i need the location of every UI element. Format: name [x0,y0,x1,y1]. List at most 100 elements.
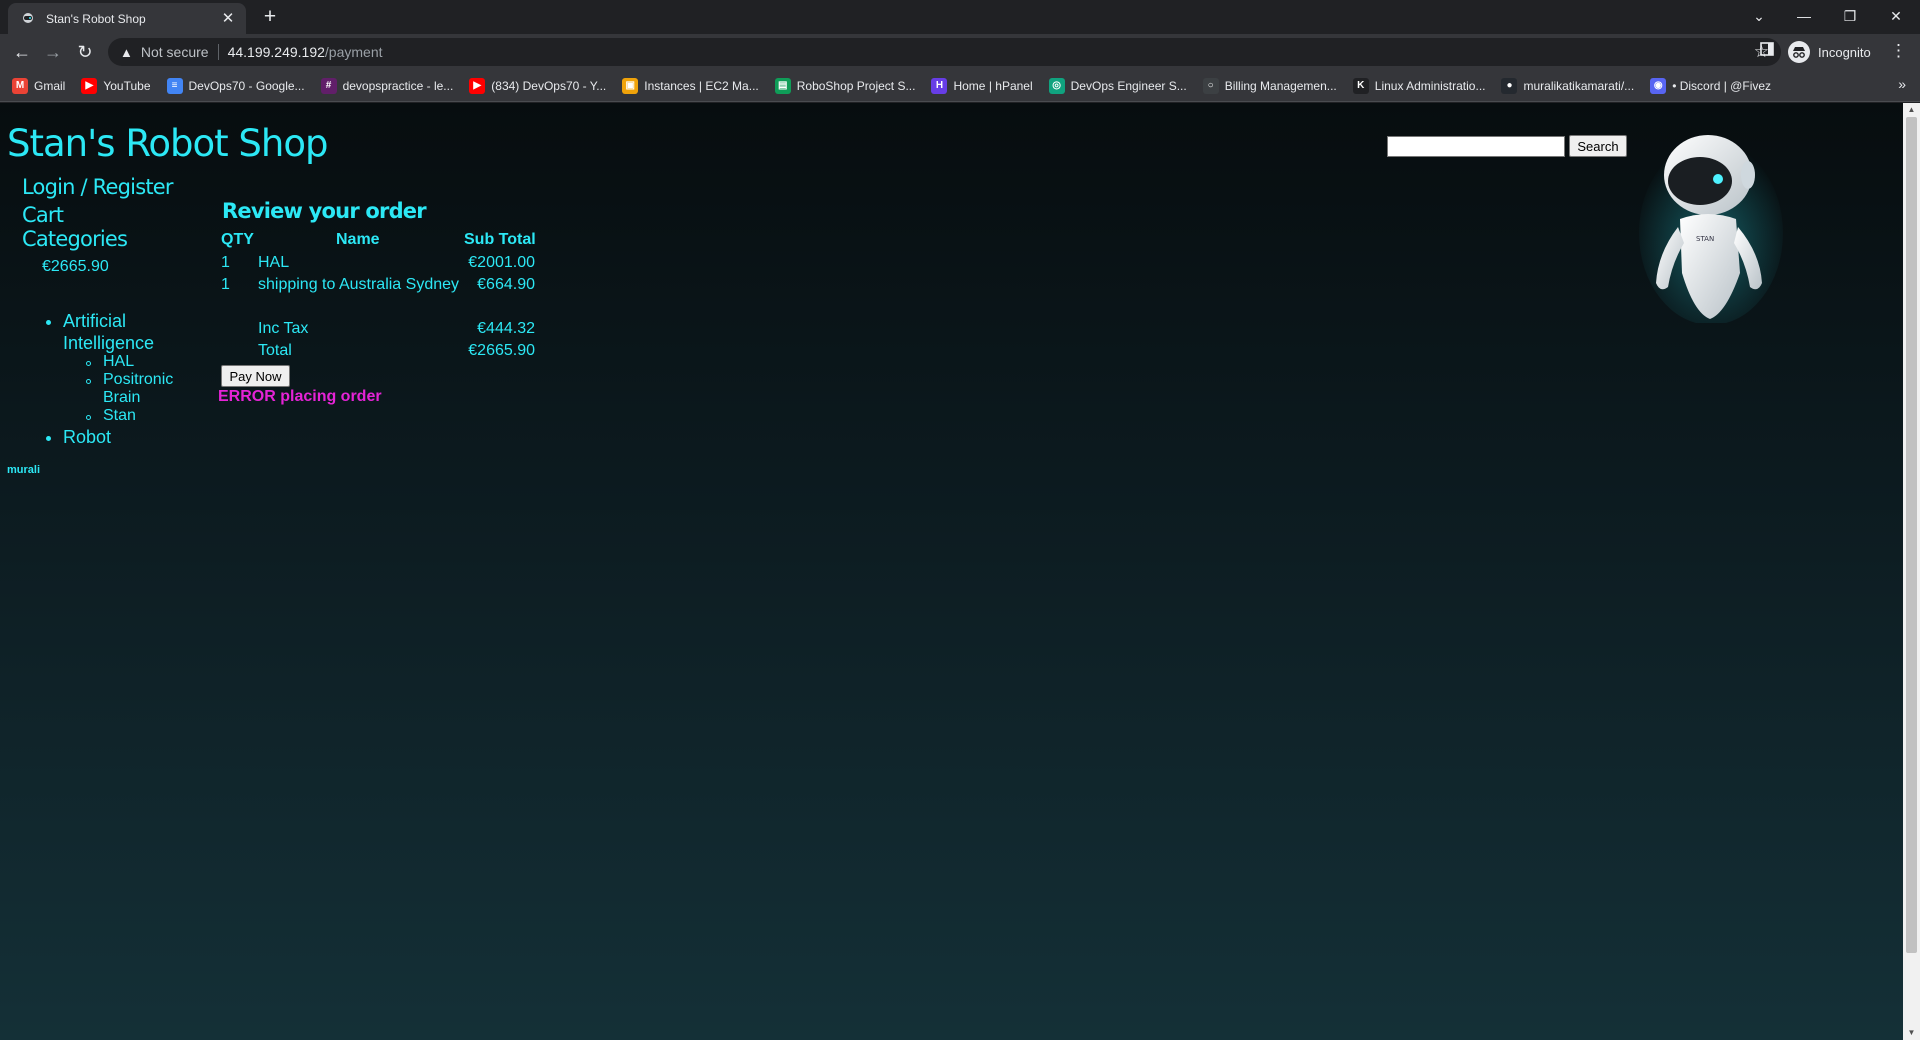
bookmarks-overflow-icon[interactable]: » [1898,76,1906,92]
pay-now-button[interactable]: Pay Now [221,365,290,387]
row-subtotal: €664.90 [477,276,535,293]
github-icon: ● [1501,77,1518,94]
list-bullet [86,379,91,384]
order-error-message: ERROR placing order [218,388,382,405]
tax-value: €444.32 [477,320,535,337]
forward-button[interactable]: → [40,40,66,64]
bookmark-label: DevOps70 - Google... [188,78,305,93]
bookmark-item[interactable]: ◎ DevOps Engineer S... [1048,77,1187,94]
list-bullet [46,320,51,325]
kebab-menu-icon[interactable]: ⋮ [1890,41,1907,61]
bookmark-item[interactable]: ▶ (834) DevOps70 - Y... [469,77,607,94]
bookmark-item[interactable]: ▶ YouTube [81,77,151,94]
scroll-down-arrow-icon[interactable]: ▼ [1903,1026,1920,1040]
tab-active[interactable]: Stan's Robot Shop ✕ [8,3,246,34]
bookmark-item[interactable]: ◉ • Discord | @Fivez [1650,77,1772,94]
bookmark-label: (834) DevOps70 - Y... [491,78,607,93]
login-register-link[interactable]: Login / Register [22,175,174,199]
bookmark-label: YouTube [103,78,151,93]
incognito-label: Incognito [1818,44,1871,60]
back-button[interactable]: ← [9,40,35,64]
bookmark-item[interactable]: ● muralikatikamarati/... [1501,77,1634,94]
svg-text:STAN: STAN [1696,235,1714,243]
side-panel-icon[interactable] [1760,42,1774,62]
bookmarks-bar: M Gmail ▶ YouTube ≡ DevOps70 - Google... # devo… [0,70,1920,102]
warning-triangle-icon[interactable]: ▲ [120,45,133,60]
url-path[interactable]: /payment [325,44,383,60]
new-tab-button[interactable]: + [258,6,282,30]
bookmark-item[interactable]: ▣ Instances | EC2 Ma... [622,77,759,94]
bookmark-label: DevOps Engineer S... [1070,78,1187,93]
tab-search-chevron-icon[interactable]: ⌄ [1741,4,1777,28]
bookmark-item[interactable]: K Linux Administratio... [1352,77,1486,94]
search-button[interactable]: Search [1569,135,1627,157]
tab-close-icon[interactable]: ✕ [220,10,236,27]
minimize-button[interactable]: — [1786,4,1822,28]
bookmark-label: Gmail [34,78,66,93]
slack-icon: # [320,77,337,94]
google-docs-icon: ≡ [166,77,183,94]
incognito-icon [1788,41,1810,63]
robot-favicon-icon [20,11,36,27]
name-header: Name [336,231,380,248]
scroll-thumb[interactable] [1906,117,1917,953]
gmail-icon: M [12,77,28,94]
bookmark-label: • Discord | @Fivez [1672,78,1772,93]
browser-toolbar: ← → ↻ ▲ Not secure 44.199.249.192 /payme… [0,34,1920,70]
site-title[interactable]: Stan's Robot Shop [7,122,328,165]
row-name: shipping to Australia Sydney [258,276,460,293]
hostinger-icon: H [931,77,948,94]
incognito-indicator[interactable]: Incognito [1788,39,1871,65]
tab-strip: Stan's Robot Shop ✕ + ⌄ — ❐ ✕ [0,0,1920,34]
review-order-heading: Review your order [222,199,427,223]
bookmark-item[interactable]: ≡ DevOps70 - Google... [166,77,305,94]
list-bullet [86,415,91,420]
list-bullet [46,436,51,441]
search-input[interactable] [1387,136,1565,157]
chatgpt-icon: ◎ [1048,77,1065,94]
category-robot[interactable]: Robot [63,426,111,448]
tab-title: Stan's Robot Shop [46,11,146,26]
row-name: HAL [258,254,290,271]
google-sheets-icon: ▤ [774,77,791,94]
row-qty: 1 [221,276,230,293]
bookmark-item[interactable]: ▤ RoboShop Project S... [774,77,916,94]
bookmark-label: RoboShop Project S... [796,78,916,93]
category-stan[interactable]: Stan [103,407,136,425]
bookmark-item[interactable]: H Home | hPanel [931,77,1033,94]
bookmark-item[interactable]: ○ Billing Managemen... [1202,77,1337,94]
row-qty: 1 [221,254,230,271]
not-secure-label[interactable]: Not secure [141,44,209,60]
k-icon: K [1352,77,1369,94]
total-value: €2665.90 [468,342,535,359]
bookmark-item[interactable]: # devopspractice - le... [320,77,453,94]
stan-robot-image: STAN [1636,123,1786,325]
category-artificial-intelligence[interactable]: Artificial Intelligence [63,310,173,354]
scroll-up-arrow-icon[interactable]: ▲ [1903,103,1920,117]
cart-amount: €2665.90 [42,258,109,275]
category-hal[interactable]: HAL [103,353,134,371]
address-bar[interactable]: ▲ Not secure 44.199.249.192 /payment ☆ [108,38,1781,66]
page-viewport: Stan's Robot Shop Search STAN Login / Re… [0,103,1903,1040]
youtube-icon: ▶ [81,77,98,94]
bookmark-item[interactable]: M Gmail [12,77,66,94]
subtotal-header: Sub Total [464,231,536,248]
restore-button[interactable]: ❐ [1832,4,1868,28]
category-positronic-brain[interactable]: Positronic Brain [103,371,183,407]
row-subtotal: €2001.00 [468,254,535,271]
url-host[interactable]: 44.199.249.192 [228,44,325,60]
user-name: murali [7,464,41,476]
bookmark-label: Billing Managemen... [1224,78,1337,93]
aws-icon: ▣ [622,77,639,94]
omnibox-divider [217,44,219,60]
close-window-button[interactable]: ✕ [1878,4,1914,28]
cart-link[interactable]: Cart [22,203,64,227]
page-scrollbar[interactable]: ▲ ▼ [1903,103,1920,1040]
reload-button[interactable]: ↻ [72,40,98,64]
bookmark-label: Instances | EC2 Ma... [644,78,759,93]
bookmark-label: Linux Administratio... [1374,78,1486,93]
total-label: Total [258,342,292,359]
qty-header: QTY [221,231,254,248]
billing-icon: ○ [1202,77,1219,94]
youtube-icon: ▶ [469,77,486,94]
